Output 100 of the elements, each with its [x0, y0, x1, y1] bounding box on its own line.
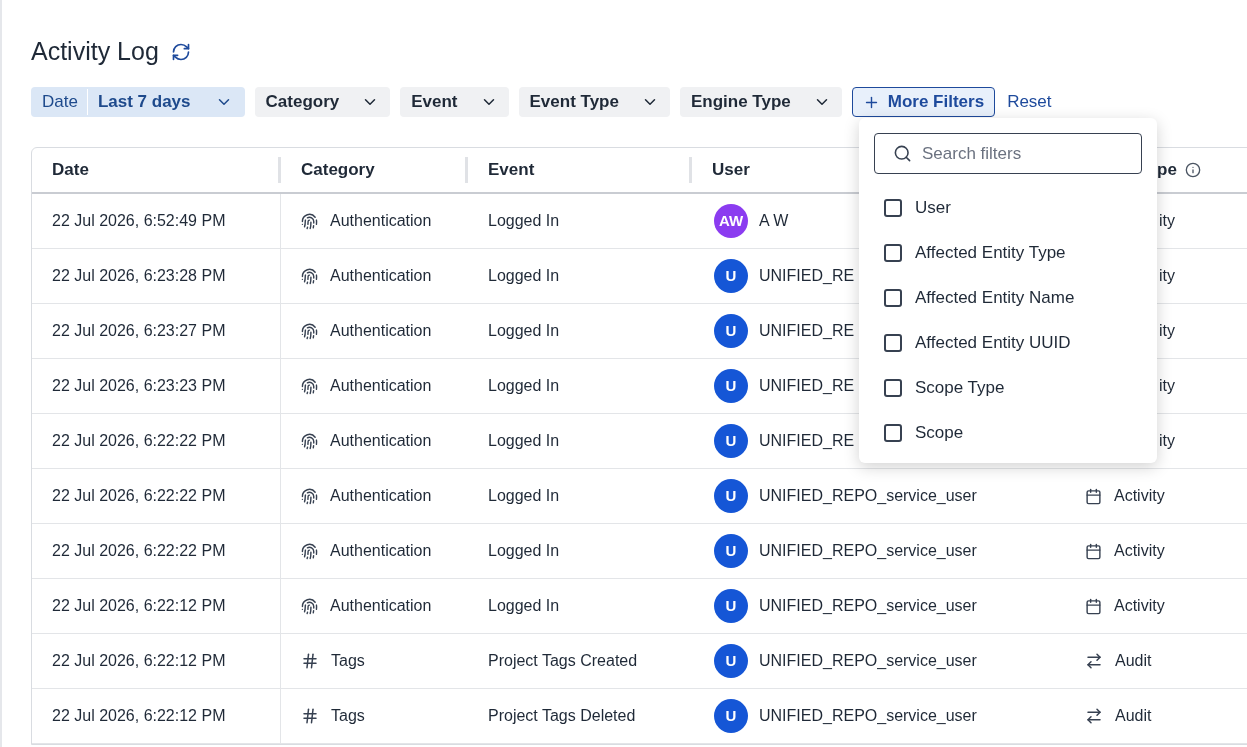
event-cell: Logged In — [488, 267, 560, 284]
date-cell-text: 22 Jul 2026, 6:22:22 PM — [52, 431, 226, 451]
user-name: UNIFIED_RE — [759, 266, 855, 286]
user-name: UNIFIED_REPO_service_user — [759, 486, 977, 506]
date-cell-text: 22 Jul 2026, 6:23:27 PM — [52, 321, 226, 341]
type-cell-text: ity — [1159, 211, 1175, 231]
checkbox[interactable] — [884, 198, 902, 217]
date-cell-text: 22 Jul 2026, 6:23:28 PM — [52, 266, 226, 286]
type-cell-text: ity — [1159, 431, 1175, 451]
fingerprint-icon — [301, 432, 318, 450]
column-header: User — [712, 159, 750, 182]
calendar-icon — [1085, 487, 1102, 505]
category-cell-text: Authentication — [330, 321, 432, 341]
type-cell-text: Activity — [1114, 486, 1165, 506]
event-cell: Logged In — [488, 487, 560, 504]
type-cell-text: Activity — [1114, 541, 1165, 561]
arrows-icon — [1085, 652, 1103, 670]
filter-option[interactable]: User — [874, 185, 1142, 230]
event-cell: Logged In — [488, 212, 560, 229]
date-cell-text: 22 Jul 2026, 6:22:12 PM — [52, 651, 226, 671]
user-name: UNIFIED_RE — [759, 431, 855, 451]
category-cell-text: Authentication — [330, 596, 432, 616]
user-name: UNIFIED_REPO_service_user — [759, 706, 977, 726]
hash-icon — [301, 652, 319, 670]
filter-option[interactable]: Affected Entity Type — [874, 230, 1142, 275]
fingerprint-icon — [301, 377, 318, 395]
arrows-icon — [1085, 707, 1103, 725]
category-cell-text: Tags — [331, 651, 365, 671]
user-name: UNIFIED_RE — [759, 321, 855, 341]
date-cell-text: 22 Jul 2026, 6:22:12 PM — [52, 596, 226, 616]
info-icon[interactable] — [1184, 162, 1201, 178]
date-cell-text: 22 Jul 2026, 6:23:23 PM — [52, 376, 226, 396]
category-cell-text: Authentication — [330, 211, 432, 231]
calendar-icon — [1085, 597, 1102, 615]
search-icon — [893, 144, 912, 163]
more-filters-button[interactable]: More Filters — [851, 87, 996, 117]
date-filter[interactable]: Date Last 7 days — [31, 87, 245, 117]
user-avatar: U — [714, 314, 748, 348]
user-name: UNIFIED_RE — [759, 376, 855, 396]
filter-option[interactable]: Scope — [874, 410, 1142, 455]
checkbox[interactable] — [884, 378, 902, 397]
type-cell-text: Audit — [1115, 651, 1152, 671]
filter-dropdown[interactable]: Category — [254, 87, 391, 117]
event-cell: Logged In — [488, 377, 560, 394]
column-header: pe — [1157, 159, 1177, 182]
user-avatar: U — [714, 644, 748, 678]
user-name: UNIFIED_REPO_service_user — [759, 541, 977, 561]
type-cell-text: ity — [1159, 321, 1175, 341]
user-avatar: U — [714, 699, 748, 733]
filter-dropdown[interactable]: Engine Type — [679, 87, 842, 117]
search-field[interactable]: Search filters — [874, 133, 1142, 174]
type-cell-text: ity — [1159, 376, 1175, 396]
category-cell-text: Authentication — [330, 376, 432, 396]
filter-option[interactable]: Affected Entity Name — [874, 275, 1142, 320]
filter-dropdown[interactable]: Event Type — [518, 87, 670, 117]
event-cell: Logged In — [488, 322, 560, 339]
category-cell-text: Authentication — [330, 431, 432, 451]
event-cell: Logged In — [488, 432, 560, 449]
user-avatar: AW — [714, 204, 748, 238]
category-cell-text: Authentication — [330, 541, 432, 561]
refresh-icon[interactable] — [170, 42, 191, 62]
checkbox[interactable] — [884, 243, 902, 262]
date-cell-text: 22 Jul 2026, 6:22:12 PM — [52, 706, 226, 726]
column-header: Category — [301, 159, 375, 182]
user-avatar: U — [714, 534, 748, 568]
event-cell: Project Tags Created — [488, 652, 638, 669]
fingerprint-icon — [301, 322, 318, 340]
user-name: UNIFIED_REPO_service_user — [759, 651, 977, 671]
checkbox[interactable] — [884, 288, 902, 307]
filter-dropdown[interactable]: Event — [400, 87, 509, 117]
type-cell-text: ity — [1159, 266, 1175, 286]
fingerprint-icon — [301, 267, 318, 285]
calendar-icon — [1085, 542, 1102, 560]
hash-icon — [301, 707, 319, 725]
type-cell-text: Audit — [1115, 706, 1152, 726]
search-input[interactable]: Search filters — [922, 140, 1123, 167]
user-avatar: U — [714, 369, 748, 403]
user-name: A W — [759, 211, 789, 231]
user-avatar: U — [714, 424, 748, 458]
category-cell-text: Tags — [331, 706, 365, 726]
filter-option[interactable]: Affected Entity UUID — [874, 320, 1142, 365]
date-cell-text: 22 Jul 2026, 6:52:49 PM — [52, 211, 226, 231]
fingerprint-icon — [301, 212, 318, 230]
event-cell: Logged In — [488, 597, 560, 614]
category-cell-text: Authentication — [330, 486, 432, 506]
user-avatar: U — [714, 259, 748, 293]
checkbox[interactable] — [884, 333, 902, 352]
reset-link[interactable]: Reset — [1007, 89, 1052, 115]
event-cell: Logged In — [488, 542, 560, 559]
page-title: Activity Log — [31, 36, 159, 68]
user-avatar: U — [714, 589, 748, 623]
column-header: Event — [488, 159, 535, 182]
user-name: UNIFIED_REPO_service_user — [759, 596, 977, 616]
user-avatar: U — [714, 479, 748, 513]
category-cell-text: Authentication — [330, 266, 432, 286]
column-header: Date — [52, 159, 89, 182]
checkbox[interactable] — [884, 423, 902, 442]
filter-option[interactable]: Scope Type — [874, 365, 1142, 410]
fingerprint-icon — [301, 542, 318, 560]
date-cell-text: 22 Jul 2026, 6:22:22 PM — [52, 541, 226, 561]
